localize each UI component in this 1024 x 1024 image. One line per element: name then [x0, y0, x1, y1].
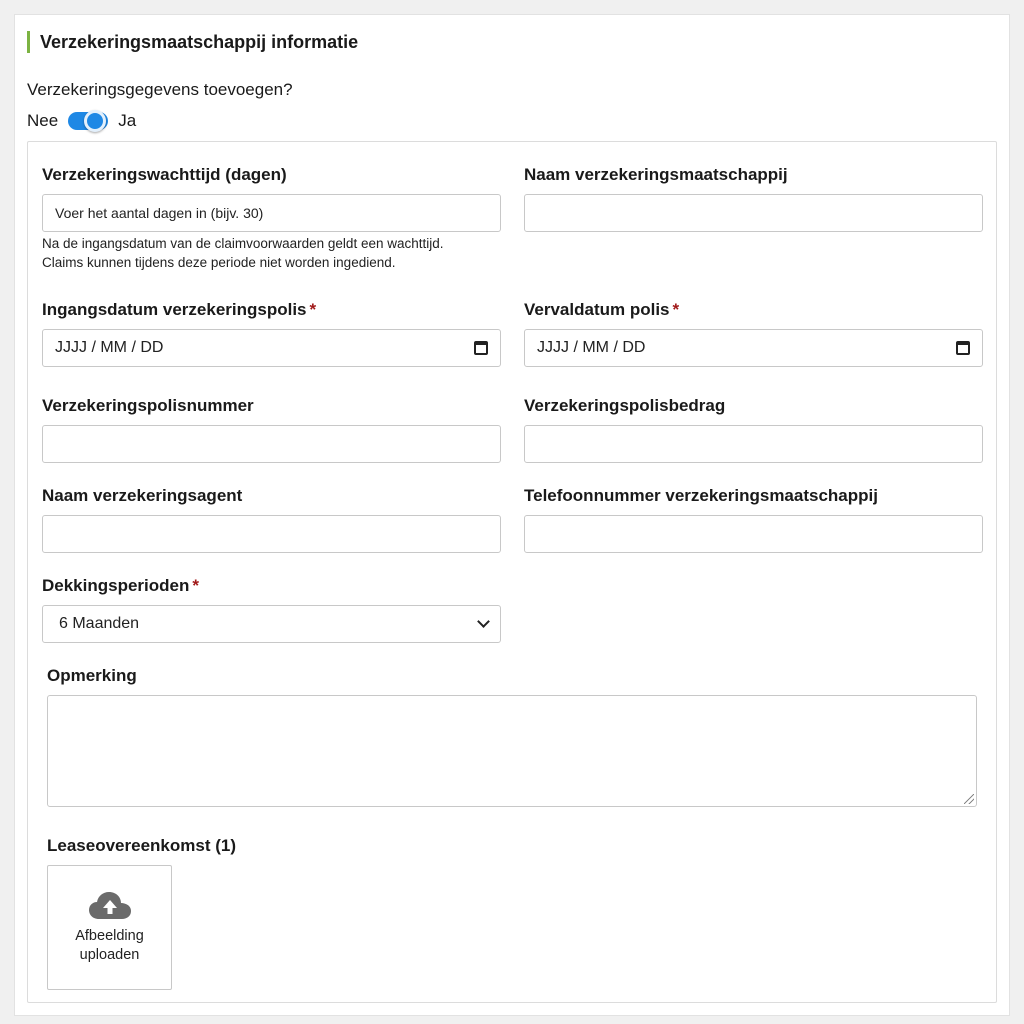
company-name-label: Naam verzekeringsmaatschappij: [524, 165, 788, 184]
waiting-period-help-line2: Claims kunnen tijdens deze periode niet …: [42, 255, 396, 270]
toggle-off-label: Nee: [27, 111, 59, 130]
coverage-select[interactable]: 6 Maanden: [42, 605, 501, 643]
required-mark: *: [672, 300, 680, 319]
coverage-label: Dekkingsperioden *: [42, 575, 501, 597]
company-phone-field: Telefoonnummer verzekeringsmaatschappij: [524, 485, 983, 553]
remark-textarea[interactable]: [47, 695, 977, 807]
section-title: Verzekeringsmaatschappij informatie: [27, 31, 358, 53]
toggle-knob: [84, 110, 107, 132]
waiting-period-help: Na de ingangsdatum van de claimvoorwaard…: [42, 234, 501, 272]
insurance-details-panel: Verzekeringswachttijd (dagen) Voer het a…: [27, 141, 997, 1003]
start-date-field: Ingangsdatum verzekeringspolis * JJJJ / M…: [42, 299, 501, 367]
end-date-label-text: Vervaldatum polis: [524, 300, 670, 319]
company-name-input[interactable]: [524, 194, 983, 232]
remark-field: Opmerking: [47, 665, 977, 807]
policy-amount-field: Verzekeringspolisbedrag: [524, 395, 983, 463]
required-mark: *: [309, 300, 317, 319]
upload-image-button[interactable]: Afbeelding uploaden: [47, 865, 172, 990]
add-insurance-question: Verzekeringsgegevens toevoegen?: [27, 80, 293, 99]
toggle-on-label: Ja: [118, 111, 137, 130]
calendar-icon[interactable]: [474, 341, 488, 355]
chevron-down-icon: [477, 615, 490, 628]
company-phone-label: Telefoonnummer verzekeringsmaatschappij: [524, 486, 878, 505]
end-date-field: Vervaldatum polis * JJJJ / MM / DD: [524, 299, 983, 367]
end-date-label: Vervaldatum polis *: [524, 299, 983, 321]
company-phone-input[interactable]: [524, 515, 983, 553]
coverage-field: Dekkingsperioden * 6 Maanden: [42, 575, 501, 643]
waiting-period-input[interactable]: Voer het aantal dagen in (bijv. 30): [42, 194, 501, 232]
policy-number-label: Verzekeringspolisnummer: [42, 396, 254, 415]
remark-label: Opmerking: [47, 666, 137, 685]
waiting-period-help-line1: Na de ingangsdatum van de claimvoorwaard…: [42, 236, 444, 251]
end-date-placeholder: JJJJ / MM / DD: [537, 339, 646, 356]
coverage-label-text: Dekkingsperioden: [42, 576, 190, 595]
start-date-label: Ingangsdatum verzekeringspolis *: [42, 299, 501, 321]
start-date-input[interactable]: JJJJ / MM / DD: [42, 329, 501, 367]
policy-number-field: Verzekeringspolisnummer: [42, 395, 501, 463]
required-mark: *: [192, 576, 199, 595]
end-date-input[interactable]: JJJJ / MM / DD: [524, 329, 983, 367]
agent-name-input[interactable]: [42, 515, 501, 553]
start-date-label-text: Ingangsdatum verzekeringspolis: [42, 300, 307, 319]
insurance-form-page: Verzekeringsmaatschappij informatie Verz…: [14, 14, 1010, 1016]
waiting-period-field: Verzekeringswachttijd (dagen) Voer het a…: [42, 164, 501, 272]
waiting-period-placeholder: Voer het aantal dagen in (bijv. 30): [55, 205, 264, 221]
upload-label: Afbeelding uploaden: [65, 927, 155, 965]
upload-label-line1: Afbeelding: [75, 927, 144, 944]
resize-grip[interactable]: [964, 794, 974, 804]
cloud-upload-icon: [88, 891, 131, 919]
coverage-selected-value: 6 Maanden: [59, 615, 140, 632]
lease-field: Leaseovereenkomst (1) Afbeelding uploade…: [47, 835, 236, 990]
start-date-placeholder: JJJJ / MM / DD: [55, 339, 164, 356]
agent-name-field: Naam verzekeringsagent: [42, 485, 501, 553]
waiting-period-label: Verzekeringswachttijd (dagen): [42, 165, 287, 184]
company-name-field: Naam verzekeringsmaatschappij: [524, 164, 983, 232]
calendar-icon[interactable]: [956, 341, 970, 355]
lease-label: Leaseovereenkomst (1): [47, 836, 236, 855]
insurance-toggle-switch[interactable]: [68, 110, 109, 132]
agent-name-label: Naam verzekeringsagent: [42, 486, 243, 505]
policy-amount-input[interactable]: [524, 425, 983, 463]
policy-number-input[interactable]: [42, 425, 501, 463]
insurance-toggle-row: Nee Ja: [27, 109, 136, 133]
policy-amount-label: Verzekeringspolisbedrag: [524, 396, 726, 415]
upload-label-line2: uploaden: [79, 946, 140, 963]
